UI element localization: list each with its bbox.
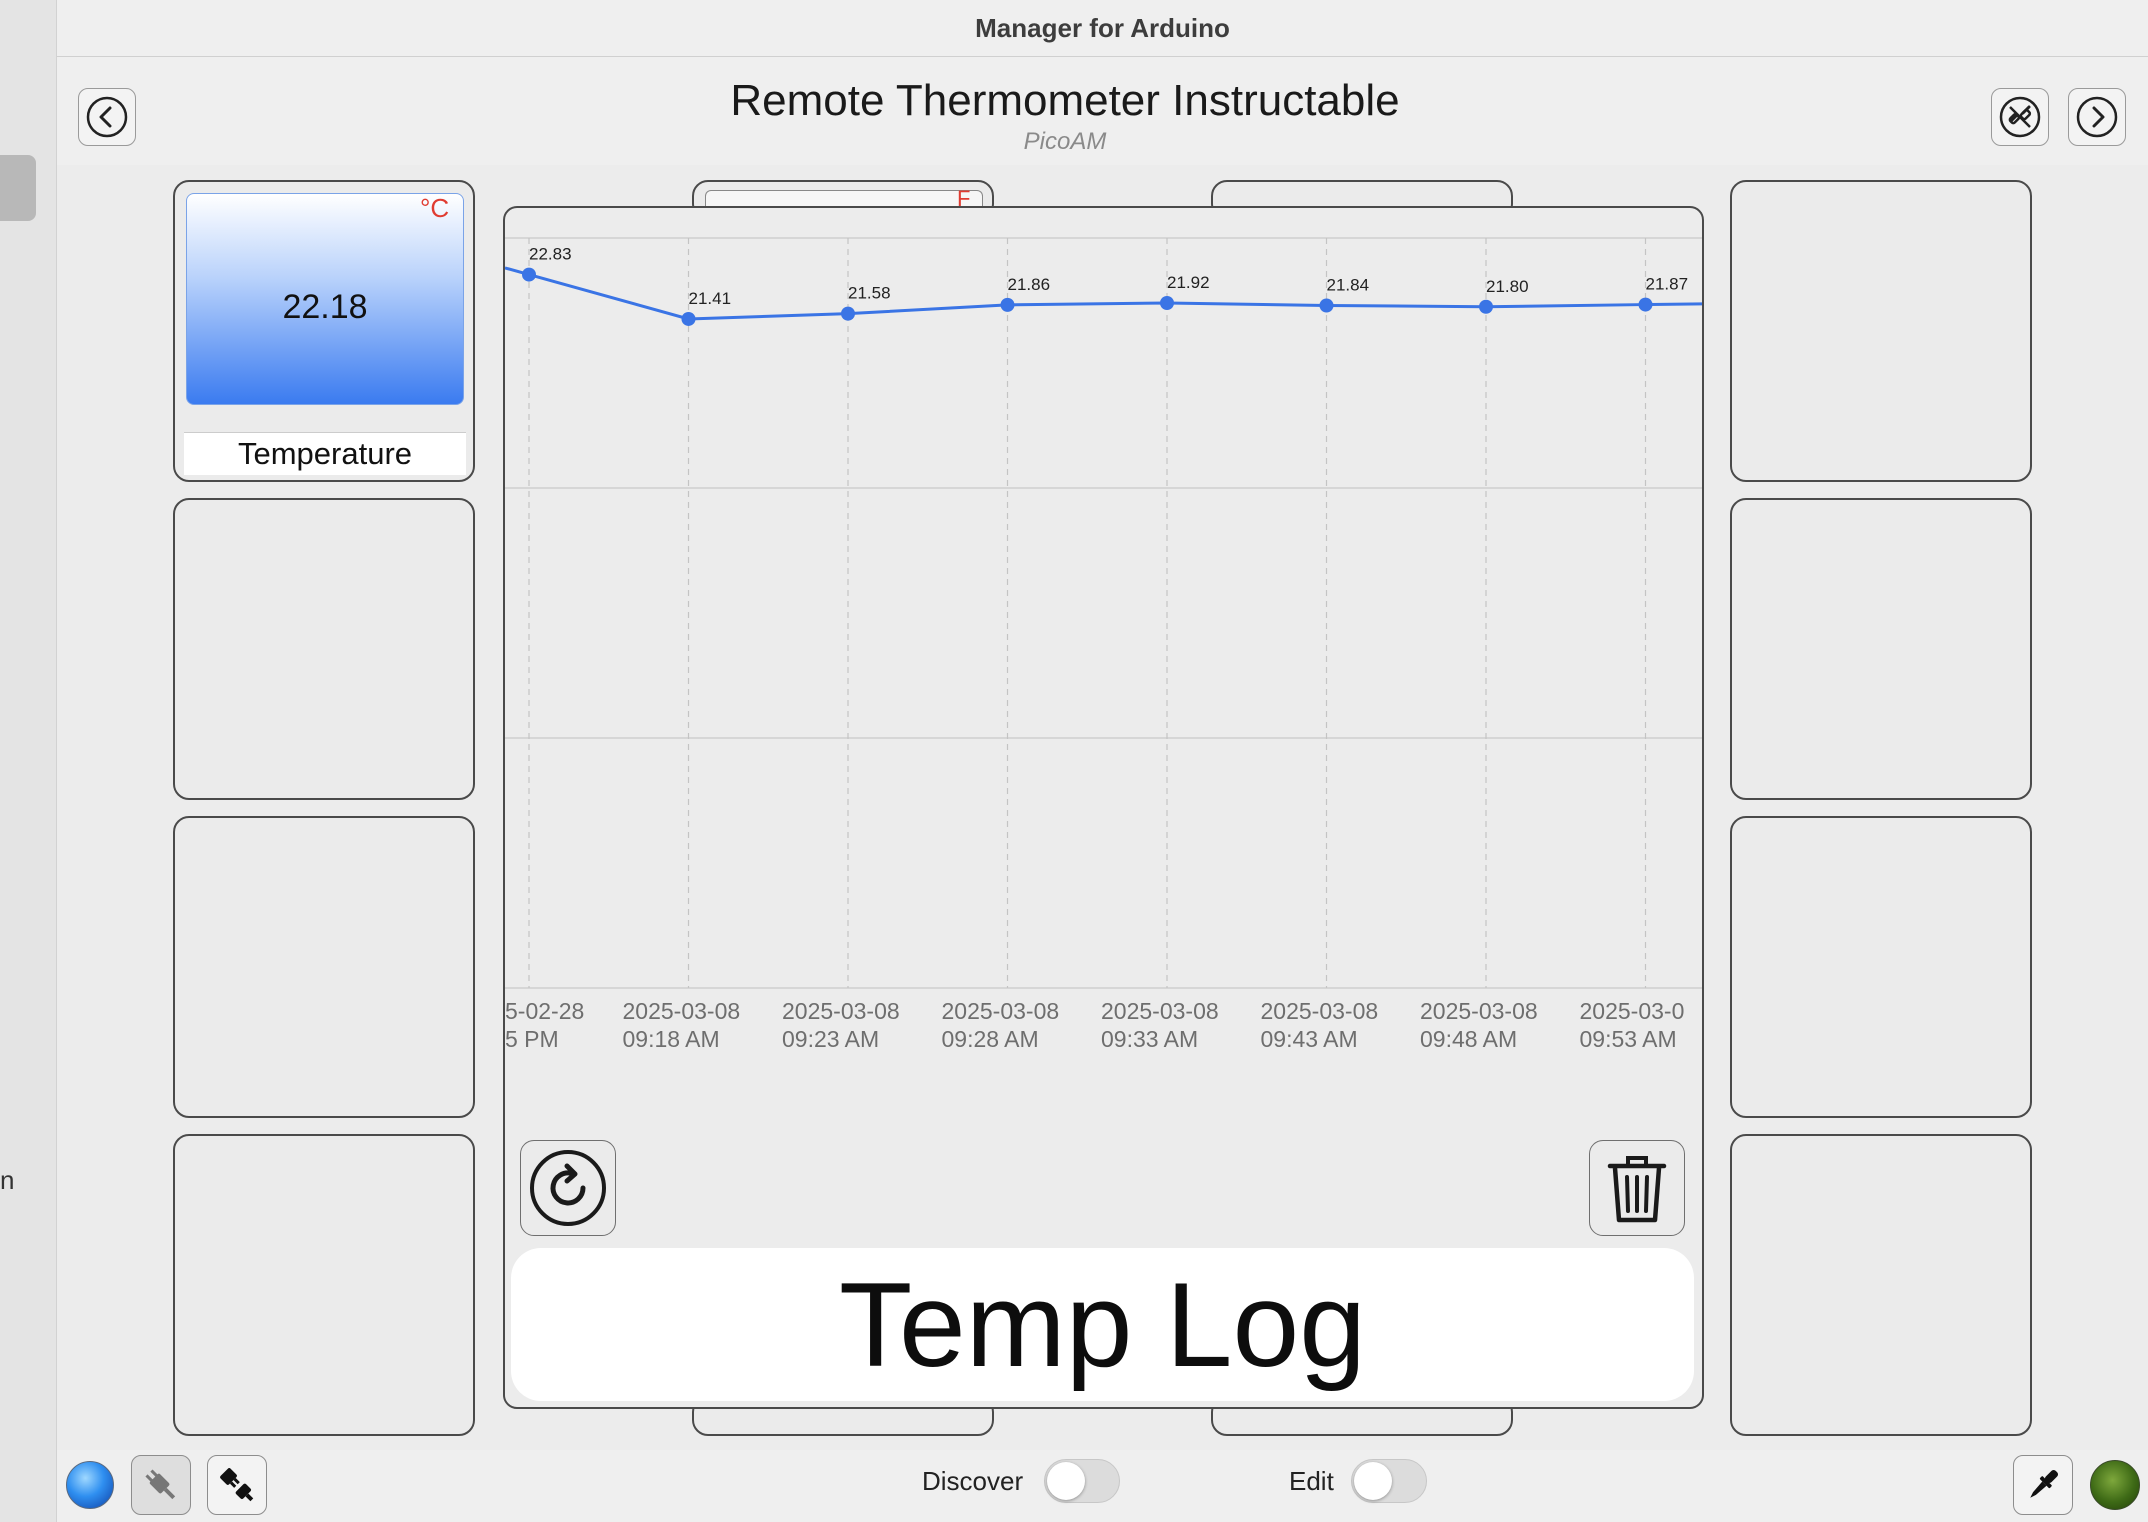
edit-toggle[interactable] [1351, 1459, 1427, 1503]
data-label: 21.84 [1327, 276, 1370, 295]
temperature-unit: °C [420, 193, 450, 223]
trash-icon [1607, 1156, 1667, 1223]
disconnect-button[interactable] [1991, 88, 2049, 146]
temperature-label: Temperature [184, 432, 466, 475]
x-tick-label-time: 09:48 AM [1420, 1026, 1517, 1048]
data-label: 21.87 [1646, 275, 1689, 294]
x-tick-label-time: 09:43 AM [1261, 1026, 1358, 1048]
empty-tile[interactable] [1730, 498, 2032, 800]
x-tick-label-date: 2025-03-08 [1101, 998, 1219, 1024]
temperature-line-chart: 22.83 21.41 21.58 21.86 21.92 21.84 21.80 21.87… [505, 237, 1702, 1048]
temperature-value: 22.18 [282, 288, 368, 326]
empty-tile[interactable] [1730, 1134, 2032, 1436]
pipette-icon [2030, 1469, 2059, 1498]
data-point[interactable] [1160, 296, 1174, 310]
plug-connect-icon [220, 1468, 254, 1502]
x-tick-label-time: 5 PM [505, 1026, 559, 1048]
x-tick-label-date: 2025-03-08 [1420, 998, 1538, 1024]
x-tick-label-date: 2025-03-08 [942, 998, 1060, 1024]
broken-link-icon [1999, 96, 2041, 138]
page-title: Remote Thermometer Instructable [730, 76, 1400, 125]
data-point[interactable] [1638, 297, 1653, 312]
data-point[interactable] [522, 267, 536, 282]
empty-tile[interactable] [1730, 180, 2032, 482]
background-selected-item [0, 155, 36, 221]
discover-toggle-knob [1047, 1462, 1085, 1500]
data-point[interactable] [1000, 297, 1015, 312]
x-tick-label-time: 09:33 AM [1101, 1026, 1198, 1048]
empty-tile[interactable] [173, 1134, 475, 1436]
x-tick-label-date: 2025-03-08 [782, 998, 900, 1024]
x-tick-label-time: 09:18 AM [623, 1026, 720, 1048]
plug-icon [145, 1469, 176, 1500]
x-tick-label-date: 2025-03-0 [1580, 998, 1685, 1024]
forward-button[interactable] [2068, 88, 2126, 146]
blue-status-orb-icon[interactable] [66, 1461, 114, 1509]
window-title-bar: Manager for Arduino [57, 0, 2148, 57]
data-label: 22.83 [529, 245, 572, 264]
log-title: Temp Log [839, 1257, 1366, 1392]
chevron-right-circle-icon [2076, 96, 2118, 138]
empty-tile[interactable] [173, 816, 475, 1118]
discover-toggle[interactable] [1044, 1459, 1120, 1503]
green-status-orb-icon [2090, 1460, 2140, 1510]
empty-tile[interactable] [173, 498, 475, 800]
data-point[interactable] [1319, 298, 1334, 313]
data-label: 21.58 [848, 284, 891, 303]
x-tick-label-time: 09:28 AM [942, 1026, 1039, 1048]
log-title-box: Temp Log [511, 1248, 1694, 1401]
x-tick-label-date: 5-02-28 [505, 998, 584, 1024]
pipette-button[interactable] [2013, 1455, 2073, 1515]
background-sidebar: n [0, 0, 57, 1522]
window-title: Manager for Arduino [975, 12, 1230, 43]
data-label: 21.86 [1008, 275, 1051, 294]
discover-label: Discover [922, 1466, 1024, 1496]
edit-label: Edit [1289, 1466, 1334, 1496]
x-tick-label-time: 09:53 AM [1580, 1026, 1677, 1048]
data-label: 21.92 [1167, 273, 1210, 292]
empty-tile[interactable] [1730, 816, 2032, 1118]
x-tick-label-time: 09:23 AM [782, 1026, 879, 1048]
plug-connect-button[interactable] [207, 1455, 267, 1515]
x-tick-label-date: 2025-03-08 [623, 998, 741, 1024]
data-label: 21.80 [1486, 277, 1529, 296]
delete-log-button[interactable] [1589, 1140, 1685, 1236]
refresh-icon [530, 1150, 606, 1226]
data-point[interactable] [1479, 299, 1493, 314]
data-label: 21.41 [689, 289, 732, 308]
device-name: PicoAM [1023, 128, 1107, 155]
background-text-fragment: n [0, 1165, 15, 1195]
refresh-button[interactable] [520, 1140, 616, 1236]
edit-toggle-knob [1354, 1462, 1392, 1500]
x-tick-label-date: 2025-03-08 [1261, 998, 1379, 1024]
data-point[interactable] [841, 306, 855, 321]
plug-disabled-button[interactable] [131, 1455, 191, 1515]
data-point[interactable] [681, 311, 696, 326]
